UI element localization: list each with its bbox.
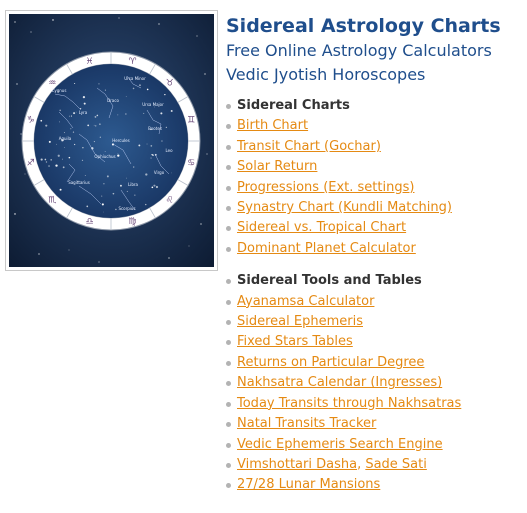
lunar-mansions-link[interactable]: 27/28 Lunar Mansions: [237, 477, 380, 492]
bullet-icon: [226, 185, 231, 191]
link-item: Ayanamsa Calculator: [226, 292, 521, 312]
natal-transits-link[interactable]: Natal Transits Tracker: [237, 416, 376, 431]
bullet-icon: [226, 462, 231, 468]
link-item: Nakhsatra Calendar (Ingresses): [226, 373, 521, 393]
zodiac-sign-icon: ♌: [166, 196, 174, 206]
link-item: Sidereal Ephemeris: [226, 312, 521, 332]
svg-text:Aquila: Aquila: [59, 136, 72, 141]
bullet-icon: [226, 279, 231, 285]
svg-text:Virgo: Virgo: [154, 170, 165, 175]
page-title: Sidereal Astrology Charts: [226, 15, 501, 37]
zodiac-sign-icon: ♉: [166, 78, 174, 88]
bullet-icon: [226, 165, 231, 171]
svg-text:Draco: Draco: [107, 98, 119, 103]
bullet-icon: [226, 299, 231, 305]
link-item: Fixed Stars Tables: [226, 332, 521, 352]
section-heading: Sidereal Charts: [226, 96, 521, 116]
link-item: 27/28 Lunar Mansions: [226, 475, 521, 495]
zodiac-sign-icon: ♑: [27, 116, 35, 126]
svg-text:Ursa Minor: Ursa Minor: [124, 76, 146, 81]
progressions-link[interactable]: Progressions (Ext. settings): [237, 180, 414, 195]
solar-return-link[interactable]: Solar Return: [237, 159, 317, 174]
vimshottari-dasha-link[interactable]: Vimshottari Dasha: [237, 457, 357, 472]
zodiac-wheel-illustration: ♈ ♉ ♊ ♋ ♌ ♍ ♎ ♏ ♐ ♑ ♒ ♓ Cygnus Lyra Ursa Minor Drac…: [9, 14, 214, 267]
today-transits-link[interactable]: Today Transits through Nakhsatras: [237, 396, 461, 411]
link-item: Synastry Chart (Kundli Matching): [226, 198, 521, 218]
link-item: Vedic Ephemeris Search Engine: [226, 435, 521, 455]
subtitle-calculators: Free Online Astrology Calculators: [226, 41, 492, 60]
svg-text:Cygnus: Cygnus: [52, 88, 67, 93]
link-item: Solar Return: [226, 157, 521, 177]
astrology-wheel-image: ♈ ♉ ♊ ♋ ♌ ♍ ♎ ♏ ♐ ♑ ♒ ♓ Cygnus Lyra Ursa Minor Drac…: [5, 10, 218, 271]
fixed-stars-link[interactable]: Fixed Stars Tables: [237, 334, 353, 349]
sade-sati-link[interactable]: Sade Sati: [365, 457, 427, 472]
section-sidereal-tools: Sidereal Tools and Tables Ayanamsa Calcu…: [226, 271, 521, 495]
bullet-icon: [226, 381, 231, 387]
zodiac-sign-icon: ♊: [187, 116, 195, 126]
bullet-icon: [226, 422, 231, 428]
zodiac-sign-icon: ♋: [187, 158, 195, 168]
bullet-icon: [226, 104, 231, 109]
link-item: Progressions (Ext. settings): [226, 178, 521, 198]
link-item: Transit Chart (Gochar): [226, 137, 521, 157]
svg-text:Sagittarius: Sagittarius: [68, 180, 90, 185]
link-item: Returns on Particular Degree: [226, 353, 521, 373]
svg-text:Ophiuchus: Ophiuchus: [94, 154, 115, 159]
bullet-icon: [226, 340, 231, 346]
zodiac-sign-icon: ♎: [85, 217, 93, 227]
bullet-icon: [226, 226, 231, 232]
bullet-icon: [226, 320, 231, 326]
link-item: Today Transits through Nakhsatras: [226, 394, 521, 414]
sidereal-ephemeris-link[interactable]: Sidereal Ephemeris: [237, 314, 363, 329]
transit-chart-link[interactable]: Transit Chart (Gochar): [237, 139, 381, 154]
section-heading: Sidereal Tools and Tables: [226, 271, 521, 291]
link-item: Vimshottari Dasha, Sade Sati: [226, 455, 521, 475]
subtitle-vedic: Vedic Jyotish Horoscopes: [226, 65, 426, 84]
bullet-icon: [226, 401, 231, 407]
ayanamsa-calculator-link[interactable]: Ayanamsa Calculator: [237, 294, 374, 309]
section-sidereal-charts: Sidereal Charts Birth Chart Transit Char…: [226, 96, 521, 259]
zodiac-sign-icon: ♐: [27, 158, 35, 168]
bullet-icon: [226, 442, 231, 448]
link-item: Sidereal vs. Tropical Chart: [226, 218, 521, 238]
bullet-icon: [226, 246, 231, 252]
returns-degree-link[interactable]: Returns on Particular Degree: [237, 355, 424, 370]
zodiac-sign-icon: ♒: [48, 78, 56, 88]
zodiac-sign-icon: ♍: [128, 217, 136, 227]
svg-text:Scorpius: Scorpius: [118, 206, 135, 211]
bullet-icon: [226, 124, 231, 130]
link-item: Dominant Planet Calculator: [226, 239, 521, 259]
link-item: Natal Transits Tracker: [226, 414, 521, 434]
svg-text:Leo: Leo: [165, 148, 173, 153]
sidereal-vs-tropical-link[interactable]: Sidereal vs. Tropical Chart: [237, 220, 406, 235]
link-item: Birth Chart: [226, 116, 521, 136]
svg-text:Hercules: Hercules: [112, 138, 129, 143]
bullet-icon: [226, 206, 231, 212]
birth-chart-link[interactable]: Birth Chart: [237, 118, 308, 133]
synastry-chart-link[interactable]: Synastry Chart (Kundli Matching): [237, 200, 452, 215]
svg-text:Lyra: Lyra: [79, 110, 88, 115]
svg-text:Bootes: Bootes: [148, 126, 162, 131]
zodiac-sign-icon: ♏: [48, 196, 56, 206]
svg-text:Ursa Major: Ursa Major: [142, 102, 164, 107]
vedic-ephemeris-search-link[interactable]: Vedic Ephemeris Search Engine: [237, 437, 443, 452]
svg-text:Libra: Libra: [128, 182, 139, 187]
bullet-icon: [226, 483, 231, 489]
bullet-icon: [226, 360, 231, 366]
bullet-icon: [226, 144, 231, 150]
nakhsatra-calendar-link[interactable]: Nakhsatra Calendar (Ingresses): [237, 375, 442, 390]
zodiac-sign-icon: ♓: [85, 57, 93, 67]
zodiac-sign-icon: ♈: [128, 57, 137, 67]
dominant-planet-link[interactable]: Dominant Planet Calculator: [237, 241, 416, 256]
